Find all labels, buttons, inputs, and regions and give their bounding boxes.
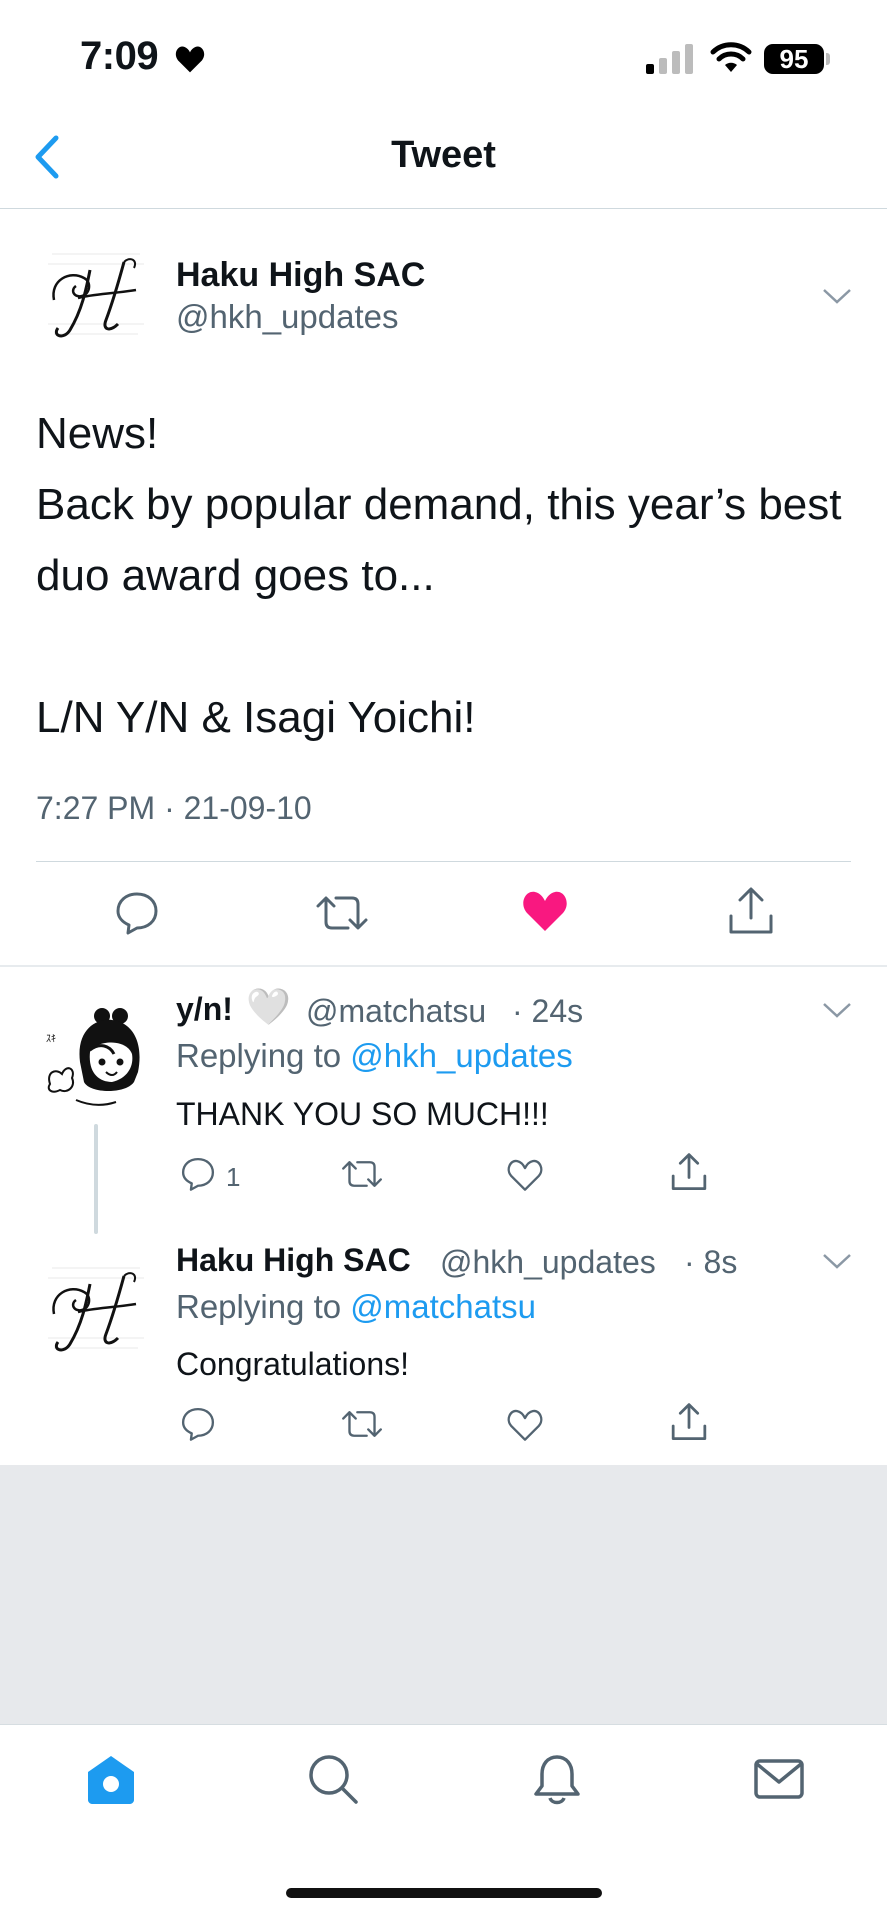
- section-divider: [0, 965, 887, 967]
- reply-icon[interactable]: [180, 1406, 216, 1442]
- chevron-down-icon[interactable]: [822, 1001, 852, 1019]
- reply-time: · 24s: [512, 993, 584, 1029]
- svg-text:ｽｷ: ｽｷ: [46, 1034, 56, 1045]
- replying-prefix: Replying to: [176, 1288, 342, 1325]
- avatar[interactable]: [40, 1254, 152, 1366]
- battery-tip: [826, 53, 830, 65]
- reply-icon[interactable]: [114, 890, 160, 936]
- share-icon[interactable]: [670, 1402, 708, 1442]
- reply-author-name[interactable]: Haku High SAC: [176, 1242, 411, 1279]
- empty-area: [0, 1465, 887, 1724]
- tweet-text: News! Back by popular demand, this year’…: [36, 409, 842, 742]
- reply-text: Congratulations!: [176, 1346, 410, 1382]
- thread-line: [94, 1124, 98, 1234]
- chevron-down-icon[interactable]: [822, 287, 852, 305]
- white-heart-emoji: 🤍: [246, 986, 291, 1027]
- page-title: Tweet: [391, 134, 496, 176]
- battery-indicator: 95: [764, 44, 824, 74]
- divider: [36, 861, 851, 862]
- tweet-timestamp: 7:27 PM · 21-09-10: [36, 790, 312, 826]
- retweet-icon[interactable]: [314, 890, 370, 936]
- status-bar: 7:09 95: [0, 0, 887, 110]
- reply-count: 1: [226, 1162, 241, 1192]
- wifi-icon: [710, 42, 752, 72]
- replying-to-link[interactable]: @matchatsu: [350, 1288, 536, 1325]
- author-handle[interactable]: @hkh_updates: [176, 298, 399, 336]
- like-icon[interactable]: [506, 1408, 544, 1442]
- like-icon[interactable]: [521, 889, 569, 933]
- reply-text: THANK YOU SO MUCH!!!: [176, 1096, 549, 1132]
- search-icon[interactable]: [306, 1752, 360, 1806]
- retweet-icon[interactable]: [340, 1406, 384, 1442]
- home-indicator[interactable]: [286, 1888, 602, 1898]
- retweet-icon[interactable]: [340, 1156, 384, 1192]
- author-name[interactable]: Haku High SAC: [176, 256, 425, 295]
- avatar[interactable]: ｽｷ: [40, 1002, 152, 1114]
- reply-author-handle[interactable]: @hkh_updates: [440, 1244, 656, 1281]
- replying-to: Replying to @hkh_updates: [176, 1037, 573, 1075]
- reply-icon[interactable]: [180, 1156, 216, 1192]
- home-icon[interactable]: [84, 1752, 138, 1806]
- bell-icon[interactable]: [530, 1752, 584, 1806]
- signal-icon: [646, 44, 693, 74]
- chevron-down-icon[interactable]: [822, 1252, 852, 1270]
- nav-bar: Tweet: [0, 110, 887, 209]
- reply-author-name[interactable]: y/n!: [176, 991, 233, 1028]
- reply-author-handle[interactable]: @matchatsu: [306, 993, 486, 1030]
- reply-time: · 8s: [684, 1244, 738, 1280]
- heart-icon: [175, 46, 205, 73]
- share-icon[interactable]: [670, 1152, 708, 1192]
- replying-to: Replying to @matchatsu: [176, 1288, 536, 1326]
- status-time: 7:09: [80, 34, 159, 78]
- replying-prefix: Replying to: [176, 1037, 342, 1074]
- mail-icon[interactable]: [752, 1752, 806, 1806]
- like-icon[interactable]: [506, 1158, 544, 1192]
- replying-to-link[interactable]: @hkh_updates: [350, 1037, 573, 1074]
- avatar[interactable]: [40, 240, 152, 352]
- share-icon[interactable]: [727, 886, 775, 936]
